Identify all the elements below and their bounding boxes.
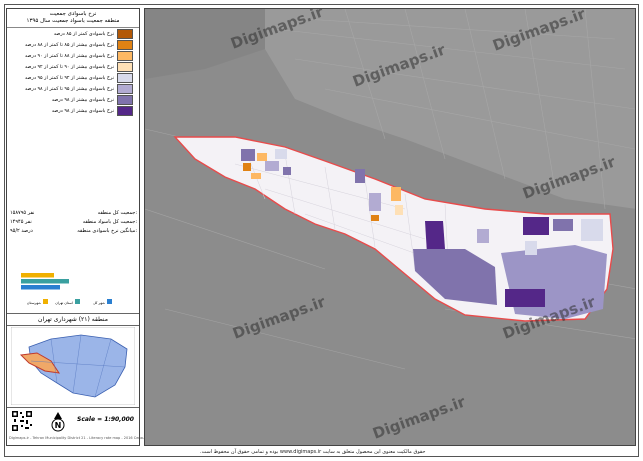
- legend-item-label: نرخ باسوادی بیشتر از ۹۵ تا کمتر از ۹۸ در…: [24, 86, 114, 92]
- literacy-rate-label: میانگین نرخ باسوادی منطقه:: [77, 228, 137, 234]
- legend-item-label: نرخ باسوادی بیشتر از ۹۰ تا کمتر از ۹۲ در…: [24, 64, 114, 70]
- footer-note: Digimaps.ir - Tehran Municipality Distri…: [9, 436, 147, 440]
- legend-swatch: [117, 29, 133, 39]
- legend-item-label: نرخ باسوادی بیشتر از ۸۸ تا کمتر از ۹۰ در…: [24, 53, 114, 59]
- legend-swatch: [117, 40, 133, 50]
- legend-swatch: [117, 84, 133, 94]
- legend-item-label: نرخ باسوادی کمتر از ۸۵ درصد: [53, 31, 114, 37]
- map-footer-block: N Scale = 1:90,000 Digimaps.ir - Tehran …: [7, 407, 146, 446]
- main-map[interactable]: Digimaps.ir Digimaps.ir Digimaps.ir Digi…: [144, 8, 636, 446]
- legend-items: نرخ باسوادی کمتر از ۸۵ درصد نرخ باسوادی ب…: [7, 29, 139, 116]
- legend-title-line2: منطقه جمعیت باسواد جمعیت سال ۱۳۹۵: [26, 18, 120, 24]
- copyright-credit: حقوق مالکیت معنوی این محصول متعلق به سای…: [200, 449, 426, 455]
- legend-item: نرخ باسوادی بیشتر از ۹۸ درصد: [7, 106, 139, 116]
- legend-item: نرخ باسوادی بیشتر از ۸۵ تا کمتر از ۸۸ در…: [7, 40, 139, 50]
- literate-population-label: جمعیت کل باسواد منطقه:: [82, 219, 137, 225]
- legend-item-label: نرخ باسوادی بیشتر از ۸۵ تا کمتر از ۸۸ در…: [24, 42, 114, 48]
- literate-population-value: ۱۴۹۴۵ نفر: [10, 219, 32, 225]
- inset-map-title: منطقه (۲۱) شهرداری تهران: [7, 313, 139, 326]
- legend-swatch: [117, 62, 133, 72]
- legend-panel: نرخ باسوادی جمعیت منطقه جمعیت باسواد جمع…: [6, 8, 146, 446]
- literacy-rate-value: ۹۵/۲ درصد: [10, 228, 33, 234]
- north-arrow-icon: N: [51, 412, 65, 432]
- legend-title: نرخ باسوادی جمعیت منطقه جمعیت باسواد جمع…: [7, 9, 139, 28]
- legend-item: نرخ باسوادی بیشتر از ۹۰ تا کمتر از ۹۲ در…: [7, 62, 139, 72]
- map-canvas: Digimaps.ir Digimaps.ir Digimaps.ir Digi…: [145, 9, 635, 445]
- chart-legend-label: شهرستان: [27, 301, 41, 305]
- north-label: N: [55, 421, 62, 430]
- chart-legend-label: استان تهران: [55, 301, 73, 305]
- legend-item: نرخ باسوادی بیشتر از ۹۵ تا کمتر از ۹۸ در…: [7, 84, 139, 94]
- scale-text: Scale = 1:90,000: [77, 416, 134, 423]
- legend-item: نرخ باسوادی کمتر از ۸۵ درصد: [7, 29, 139, 39]
- legend-item: نرخ باسوادی بیشتر از ۹۸ درصد: [7, 95, 139, 105]
- legend-item: نرخ باسوادی بیشتر از ۹۲ تا کمتر از ۹۵ در…: [7, 73, 139, 83]
- legend-swatch: [117, 51, 133, 61]
- comparison-bar-chart: شهرستان استان تهران شهر کل: [21, 273, 112, 305]
- legend-item-label: نرخ باسوادی بیشتر از ۹۸ درصد: [51, 108, 114, 114]
- total-population-value: ۱۵۸۷۹۵ نفر: [10, 210, 35, 216]
- qr-code-icon: [11, 410, 33, 432]
- legend-item-label: نرخ باسوادی بیشتر از ۹۸ درصد: [51, 97, 114, 103]
- legend-swatch: [117, 73, 133, 83]
- total-population-label: جمعیت کل منطقه:: [97, 210, 137, 216]
- bar-1: [21, 279, 69, 284]
- bar-0: [21, 273, 54, 278]
- chart-legend-swatch: [107, 299, 112, 304]
- legend-item: نرخ باسوادی بیشتر از ۸۸ تا کمتر از ۹۰ در…: [7, 51, 139, 61]
- inset-map: [11, 327, 135, 405]
- legend-title-line1: نرخ باسوادی جمعیت: [49, 11, 97, 17]
- legend-swatch: [117, 95, 133, 105]
- bar-2: [21, 285, 60, 290]
- chart-legend-label: شهر کل: [93, 301, 105, 305]
- stats-block: ۱۵۸۷۹۵ نفر جمعیت کل منطقه: ۱۴۹۴۵ نفر جمعیت…: [10, 209, 137, 236]
- legend-item-label: نرخ باسوادی بیشتر از ۹۲ تا کمتر از ۹۵ در…: [24, 75, 114, 81]
- chart-legend-swatch: [43, 299, 48, 304]
- legend-swatch: [117, 106, 133, 116]
- chart-legend-swatch: [75, 299, 80, 304]
